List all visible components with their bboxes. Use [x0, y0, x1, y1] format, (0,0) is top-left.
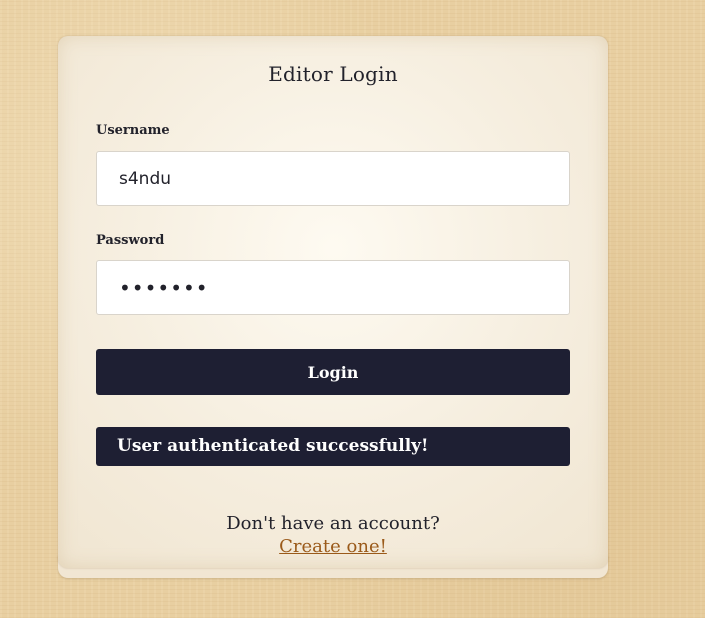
status-message: User authenticated successfully! [96, 427, 570, 466]
password-label: Password [96, 233, 165, 248]
page-title: Editor Login [268, 62, 398, 86]
username-input[interactable] [96, 151, 570, 206]
signup-prompt: Don't have an account? [226, 513, 440, 534]
password-input[interactable] [96, 260, 570, 315]
login-card: Editor Login Username Password Login Use… [58, 36, 608, 568]
create-account-link[interactable]: Create one! [279, 536, 387, 557]
username-label: Username [96, 123, 170, 138]
login-button[interactable]: Login [96, 349, 570, 395]
